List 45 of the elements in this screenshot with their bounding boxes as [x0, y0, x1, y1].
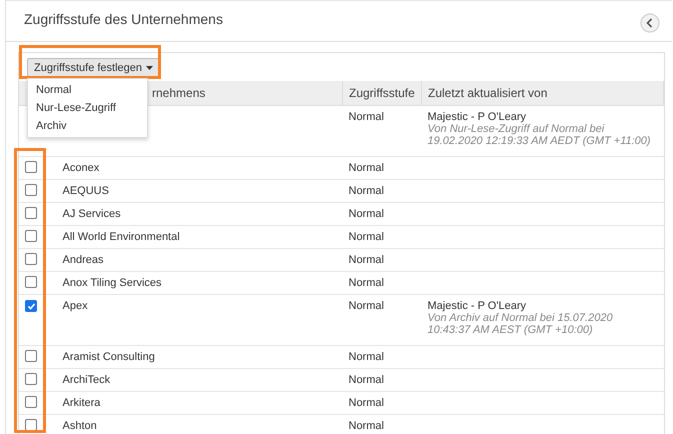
access-level: Normal [348, 231, 384, 243]
caret-icon [146, 66, 154, 70]
row-checkbox[interactable] [25, 160, 37, 172]
company-name: Aconex [62, 162, 100, 174]
updated-by: Majestic - P O'Leary [428, 111, 527, 123]
company-name: Andreas [62, 254, 104, 266]
access-level: Normal [348, 162, 384, 174]
row-checkbox[interactable] [25, 396, 37, 408]
row-checkbox[interactable] [25, 230, 37, 242]
access-level: Normal [348, 397, 384, 409]
row-checkbox[interactable] [25, 252, 37, 264]
company-name: Aramist Consulting [62, 351, 155, 363]
row-checkbox[interactable] [25, 206, 37, 218]
column-header[interactable]: Zuletzt aktualisiert von [422, 81, 664, 106]
set-level-button[interactable]: Zugriffsstufe festlegen [27, 58, 160, 77]
company-name: AEQUUS [62, 185, 109, 197]
company-name: Anox Tiling Services [62, 277, 162, 289]
updated-by: Majestic - P O'Leary [428, 300, 527, 312]
company-name: Arkitera [62, 397, 100, 409]
company-name: All World Environmental [62, 231, 180, 243]
access-level: Normal [348, 351, 384, 363]
access-level: Normal [348, 185, 384, 197]
change-note: Von Nur-Lese-Zugriff auf Normal bei 19.02.2020 12:19:33 AM AEDT (GMT +11:00) [428, 123, 652, 147]
page-title: Zugriffsstufe des Unternehmens [24, 11, 223, 27]
access-level: Normal [348, 254, 384, 266]
menu-item[interactable]: Archiv [28, 117, 147, 135]
row-checkbox[interactable] [25, 300, 37, 312]
row-checkbox[interactable] [25, 350, 37, 362]
company-name: ArchiTeck [62, 374, 110, 386]
row-checkbox[interactable] [25, 276, 37, 288]
collapse-icon[interactable] [640, 13, 660, 33]
row-checkbox[interactable] [25, 372, 37, 384]
column-header[interactable]: Zugriffsstufe [342, 81, 422, 106]
access-level: Normal [348, 374, 384, 386]
access-level: Normal [348, 420, 384, 432]
access-level: Normal [348, 277, 384, 289]
row-checkbox[interactable] [25, 184, 37, 196]
company-name: AJ Services [62, 208, 121, 220]
row-checkbox[interactable] [25, 418, 37, 430]
access-level: Normal [348, 208, 384, 220]
change-note: Von Archiv auf Normal bei 15.07.2020 10:43:37 AM AEST (GMT +10:00) [428, 312, 614, 336]
access-level: Normal [348, 111, 384, 123]
company-name: Ashton [62, 420, 97, 432]
company-name: Apex [62, 300, 88, 312]
access-level: Normal [348, 300, 384, 312]
